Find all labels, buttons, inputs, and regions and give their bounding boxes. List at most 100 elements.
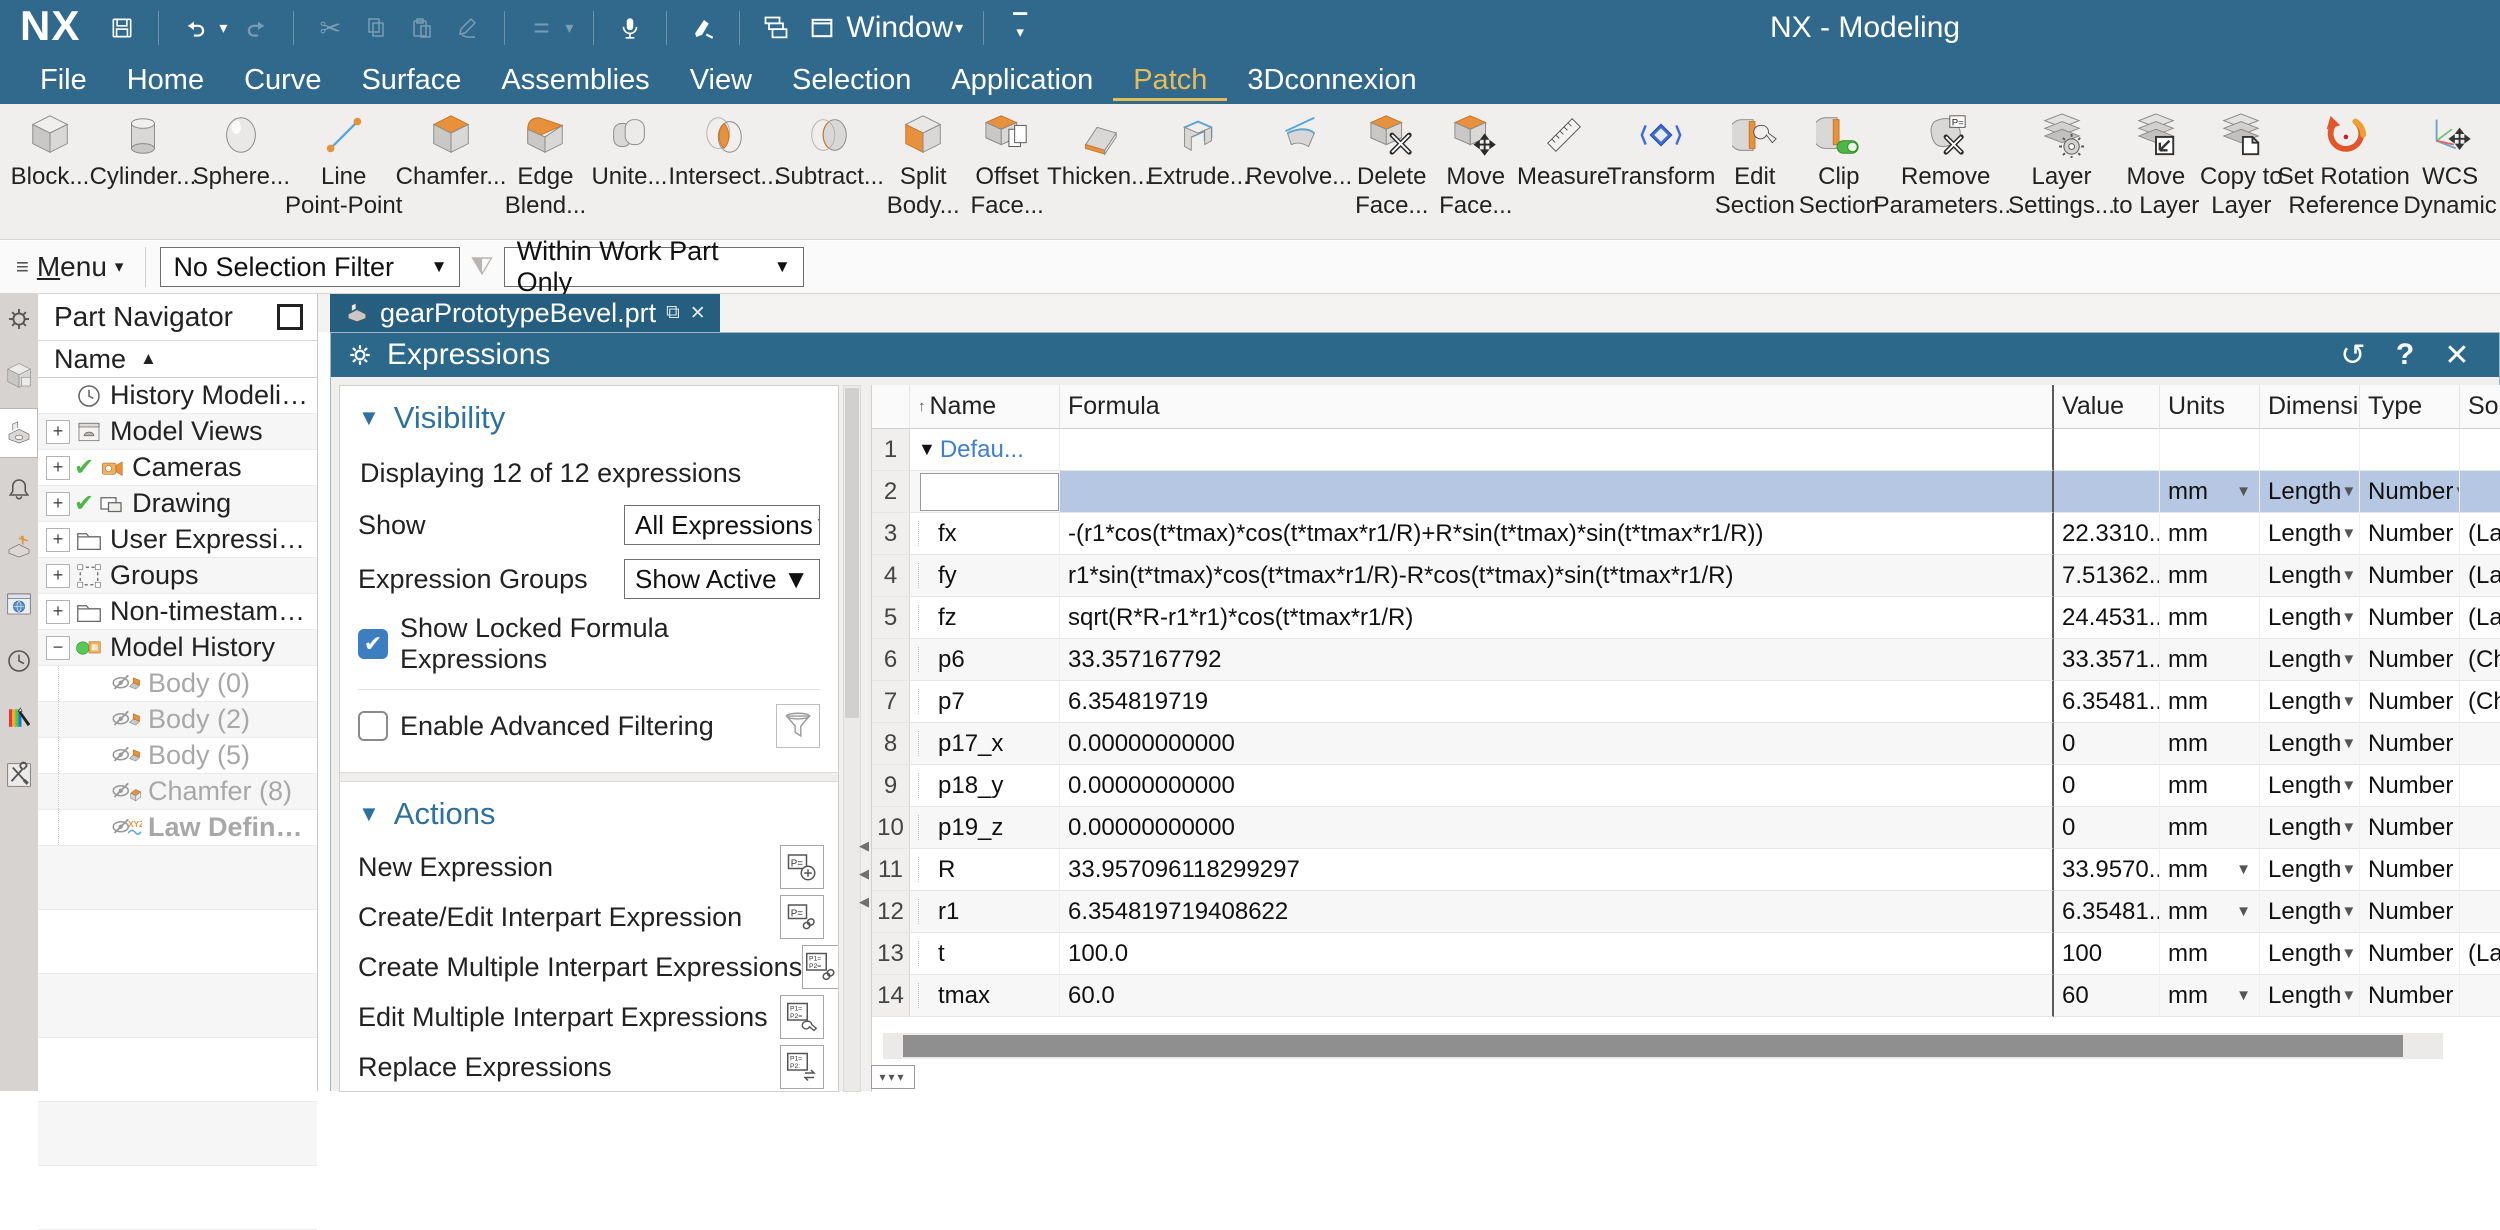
panel-dock-icon[interactable] <box>277 304 303 330</box>
units-cell[interactable]: mm <box>2160 723 2260 765</box>
table-row[interactable]: 3fx-(r1*cos(t*tmax)*cos(t*tmax*r1/R)+R*s… <box>872 513 2500 555</box>
help-icon[interactable]: ? <box>2379 338 2431 372</box>
ribbon-cylinder-button[interactable]: Cylinder... <box>92 112 194 191</box>
check-icon[interactable]: ✔ <box>74 453 94 482</box>
selection-filter-combo[interactable]: No Selection Filter ▼ <box>160 247 460 287</box>
table-row[interactable]: 13t100.0100mmLength▼Number(Law <box>872 933 2500 975</box>
tree-item-groups[interactable]: +Groups <box>38 558 317 594</box>
visualization-icon[interactable] <box>0 693 38 743</box>
act-replace-button[interactable]: P1=P2: <box>780 1045 824 1089</box>
dimension-cell[interactable]: Length▼ <box>2260 975 2360 1017</box>
ribbon-wcs-button[interactable]: WCSDynamic <box>2404 112 2496 220</box>
units-cell[interactable] <box>2160 429 2260 471</box>
undo-icon[interactable] <box>179 12 211 44</box>
group-collapse-icon[interactable]: ▼ <box>918 439 936 460</box>
act-multi-create-button[interactable]: P1=P2= <box>802 945 839 989</box>
show-locked-checkbox-row[interactable]: ✔ Show Locked Formula Expressions <box>358 613 820 675</box>
tree-item-body-5-[interactable]: Body (5) <box>38 738 317 774</box>
table-expand-widget[interactable]: ▾▾▾ <box>871 1065 915 1089</box>
cut-icon[interactable]: ✂ <box>314 12 346 44</box>
tree-item-body-2-[interactable]: Body (2) <box>38 702 317 738</box>
toolbar-options-icon[interactable]: ▔▾ <box>1004 12 1036 44</box>
column-header-corner[interactable] <box>872 385 910 429</box>
type-cell[interactable]: Number <box>2360 849 2460 891</box>
column-header-name[interactable]: ↑Name <box>910 385 1060 429</box>
menu-curve[interactable]: Curve <box>224 60 341 101</box>
type-cell[interactable]: Number <box>2360 681 2460 723</box>
units-cell[interactable]: mm <box>2160 765 2260 807</box>
type-cell[interactable]: Number <box>2360 513 2460 555</box>
panel-scrollbar-thumb[interactable] <box>845 388 859 718</box>
tree-expander-icon[interactable]: + <box>46 600 70 624</box>
table-row[interactable]: 9p18_y0.000000000000mmLength▼Number <box>872 765 2500 807</box>
units-cell[interactable]: mm <box>2160 681 2260 723</box>
tree-item-drawing[interactable]: +✔Drawing <box>38 486 317 522</box>
name-cell[interactable]: fz <box>910 597 1060 639</box>
name-cell[interactable]: ▼Defau... <box>910 429 1060 471</box>
microphone-icon[interactable] <box>614 12 646 44</box>
tab-close-icon[interactable]: ✕ <box>690 302 706 325</box>
column-header-source[interactable]: Source <box>2460 385 2500 429</box>
type-cell[interactable]: Number <box>2360 933 2460 975</box>
expression-groups-combo[interactable]: Show Active Only ▼ <box>624 559 820 599</box>
tree-expander-icon[interactable]: + <box>46 564 70 588</box>
ribbon-remove-button[interactable]: P=RemoveParameters... <box>1881 112 2011 220</box>
type-cell[interactable]: Number <box>2360 975 2460 1017</box>
menu-selection[interactable]: Selection <box>772 60 931 101</box>
units-cell[interactable]: mm <box>2160 597 2260 639</box>
table-row[interactable]: 5fzsqrt(R*R-r1*r1)*cos(t*tmax*r1/R)24.45… <box>872 597 2500 639</box>
ribbon-clip-button[interactable]: ClipSection <box>1797 112 1881 220</box>
ribbon-chamfer-button[interactable]: Chamfer... <box>399 112 504 191</box>
dimension-cell[interactable]: Length▼ <box>2260 765 2360 807</box>
check-icon[interactable]: ✔ <box>74 489 94 518</box>
ribbon-extrude-button[interactable]: Extrude... <box>1149 112 1248 191</box>
screen-gear-icon[interactable] <box>0 294 38 344</box>
tree-expander-icon[interactable]: + <box>46 420 70 444</box>
filter-reset-icon[interactable]: ⧨ <box>470 251 493 283</box>
menu-3dconnexion[interactable]: 3Dconnexion <box>1227 60 1436 101</box>
ribbon-delete-button[interactable]: DeleteFace... <box>1350 112 1434 220</box>
tree-expander-icon[interactable]: − <box>46 636 70 660</box>
units-cell[interactable]: mm▼ <box>2160 975 2260 1017</box>
tools-icon[interactable] <box>0 750 38 800</box>
dimension-cell[interactable]: Length▼ <box>2260 681 2360 723</box>
formula-cell[interactable]: 0.00000000000 <box>1060 765 2054 807</box>
units-cell[interactable]: mm <box>2160 555 2260 597</box>
dimension-cell[interactable]: Length▼ <box>2260 639 2360 681</box>
name-cell[interactable]: R <box>910 849 1060 891</box>
format-paint-icon[interactable] <box>452 12 484 44</box>
units-cell[interactable]: mm▼ <box>2160 849 2260 891</box>
type-cell[interactable]: Number <box>2360 639 2460 681</box>
table-row[interactable]: 6p633.35716779233.3571...mmLength▼Number… <box>872 639 2500 681</box>
close-icon[interactable]: ✕ <box>2431 338 2483 373</box>
act-interpart-button[interactable]: P= <box>780 895 824 939</box>
panel-splitter[interactable]: ◀◀◀ <box>859 838 869 910</box>
formula-cell[interactable]: 6.354819719 <box>1060 681 2054 723</box>
name-cell[interactable]: p6 <box>910 639 1060 681</box>
ribbon-block-button[interactable]: Block... <box>8 112 92 191</box>
tree-expander-icon[interactable]: + <box>46 492 70 516</box>
save-icon[interactable] <box>106 12 138 44</box>
window-menu[interactable]: Window ▾ <box>806 11 963 45</box>
tree-item-body-0-[interactable]: Body (0) <box>38 666 317 702</box>
ribbon-move-button[interactable]: Moveto Layer <box>2112 112 2199 220</box>
equals-dropdown-icon[interactable]: ▾ <box>565 18 573 38</box>
ribbon-offset-button[interactable]: OffsetFace... <box>965 112 1049 220</box>
formula-cell[interactable]: 0.00000000000 <box>1060 723 2054 765</box>
advanced-filtering-checkbox-row[interactable]: Enable Advanced Filtering <box>358 704 820 748</box>
formula-cell[interactable] <box>1060 429 2054 471</box>
name-cell[interactable]: p18_y <box>910 765 1060 807</box>
expressions-dialog-header[interactable]: Expressions ↺ ? ✕ <box>331 333 2499 377</box>
menu-button[interactable]: ≡ Menu ▾ <box>0 251 139 283</box>
menu-view[interactable]: View <box>670 60 772 101</box>
tree-item-user-expressions[interactable]: +User Expressions <box>38 522 317 558</box>
formula-cell[interactable]: 6.354819719408622 <box>1060 891 2054 933</box>
part-navigator-icon[interactable] <box>0 408 38 458</box>
table-row[interactable]: 11R33.95709611829929733.9570...mm▼Length… <box>872 849 2500 891</box>
ribbon-unite-button[interactable]: Unite... <box>587 112 671 191</box>
name-cell[interactable]: t <box>910 933 1060 975</box>
name-cell[interactable]: p7 <box>910 681 1060 723</box>
formula-cell[interactable]: r1*sin(t*tmax)*cos(t*tmax*r1/R)-R*cos(t*… <box>1060 555 2054 597</box>
formula-cell[interactable]: 0.00000000000 <box>1060 807 2054 849</box>
table-row[interactable]: 10p19_z0.000000000000mmLength▼Number <box>872 807 2500 849</box>
